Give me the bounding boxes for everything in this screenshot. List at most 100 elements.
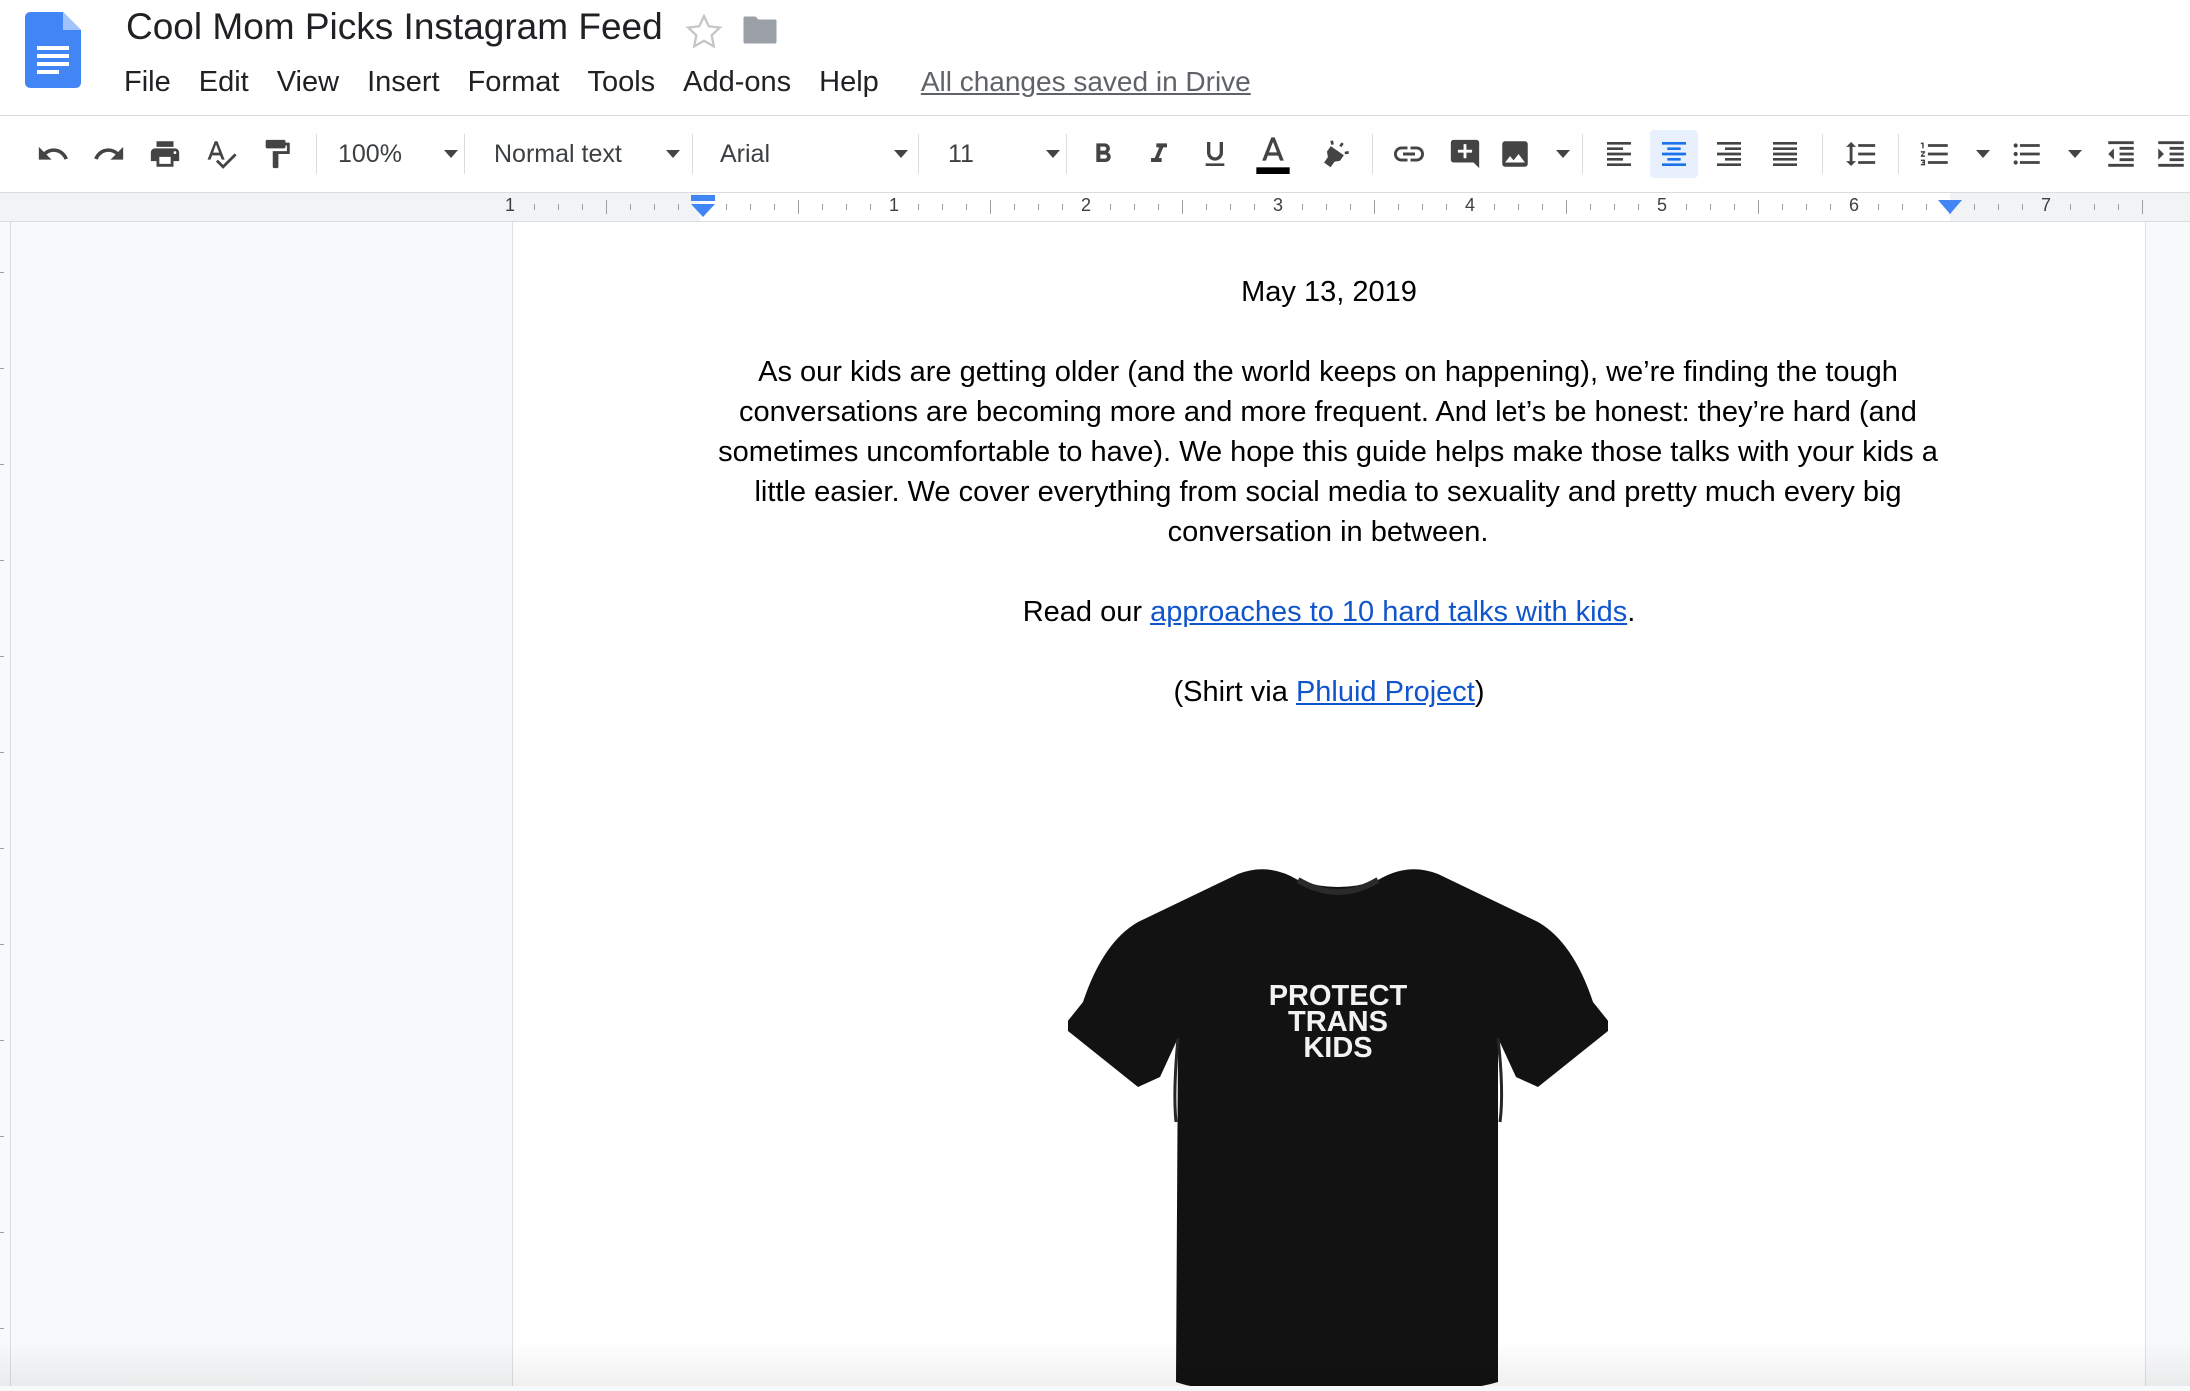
- ruler-tick: [1230, 204, 1231, 210]
- document-page[interactable]: May 13, 2019 As our kids are getting old…: [512, 222, 2146, 1391]
- shirt-text-line: KIDS: [1303, 1032, 1372, 1064]
- align-right-icon[interactable]: [1706, 130, 1752, 178]
- shirt-credit-line[interactable]: (Shirt via Phluid Project): [513, 672, 2145, 712]
- ruler-tick: [1182, 200, 1183, 214]
- document-title[interactable]: Cool Mom Picks Instagram Feed: [126, 6, 663, 48]
- t-shirt-image[interactable]: PROTECT TRANS KIDS: [1063, 862, 1613, 1391]
- ruler-tick: [1374, 200, 1375, 214]
- menu-tools[interactable]: Tools: [573, 66, 669, 99]
- ruler-tick: [1542, 204, 1543, 210]
- line-spacing-icon[interactable]: [1838, 130, 1884, 178]
- ruler-tick: [1590, 204, 1591, 210]
- vertical-ruler-tick: [0, 848, 4, 849]
- folder-icon[interactable]: [742, 14, 778, 46]
- star-icon[interactable]: [684, 12, 724, 52]
- ruler-tick: [1254, 204, 1255, 210]
- vertical-ruler-tick: [0, 368, 4, 369]
- text-color-icon[interactable]: [1250, 130, 1296, 178]
- bold-icon[interactable]: [1080, 130, 1126, 178]
- left-indent-marker[interactable]: [690, 195, 716, 224]
- spellcheck-icon[interactable]: [198, 130, 244, 178]
- menu-format[interactable]: Format: [454, 66, 574, 99]
- ruler-tick: [822, 204, 823, 210]
- chevron-down-icon: [444, 150, 458, 158]
- ruler-tick: [966, 204, 967, 210]
- paint-format-icon[interactable]: [254, 130, 300, 178]
- right-indent-marker[interactable]: [1938, 200, 1962, 221]
- ruler-tick: [1158, 204, 1159, 210]
- header: Cool Mom Picks Instagram Feed File Edit …: [0, 0, 2190, 116]
- ruler-tick: [558, 204, 559, 210]
- zoom-select[interactable]: 100%: [334, 130, 462, 178]
- ruler-tick: [918, 204, 919, 210]
- numbered-list-icon[interactable]: [1918, 130, 1990, 178]
- ruler-tick: [870, 204, 871, 210]
- font-size-select[interactable]: 11: [944, 130, 1064, 178]
- ruler-tick: [1974, 204, 1975, 210]
- ruler-tick: [774, 204, 775, 210]
- font-family-select[interactable]: Arial: [716, 130, 912, 178]
- ruler-tick: [1638, 204, 1639, 210]
- justify-icon[interactable]: [1762, 130, 1808, 178]
- ruler-tick: [1686, 204, 1687, 210]
- italic-icon[interactable]: [1136, 130, 1182, 178]
- font-family-value: Arial: [720, 139, 771, 168]
- ruler-tick: [2070, 204, 2071, 210]
- redo-icon[interactable]: [86, 130, 132, 178]
- ruler-tick: [1062, 204, 1063, 210]
- decrease-indent-icon[interactable]: [2098, 130, 2144, 178]
- ruler-label: 3: [1272, 195, 1284, 215]
- save-status-link[interactable]: All changes saved in Drive: [921, 66, 1251, 98]
- bulleted-list-icon[interactable]: [2010, 130, 2082, 178]
- ruler-label: 5: [1656, 195, 1668, 215]
- google-docs-icon[interactable]: [25, 12, 81, 88]
- link-icon[interactable]: [1386, 130, 1432, 178]
- align-center-icon[interactable]: [1650, 130, 1698, 178]
- highlight-icon[interactable]: [1312, 130, 1358, 178]
- ruler-tick: [1878, 204, 1879, 210]
- menu-help[interactable]: Help: [805, 66, 893, 99]
- vertical-ruler-tick: [0, 944, 4, 945]
- ruler-tick: [1902, 204, 1903, 210]
- vertical-ruler-tick: [0, 560, 4, 561]
- align-left-icon[interactable]: [1596, 130, 1642, 178]
- phluid-project-link[interactable]: Phluid Project: [1296, 676, 1475, 708]
- print-icon[interactable]: [142, 130, 188, 178]
- chevron-down-icon: [1046, 150, 1060, 158]
- document-paragraph[interactable]: As our kids are getting older (and the w…: [708, 352, 1948, 552]
- menu-edit[interactable]: Edit: [185, 66, 263, 99]
- menu-insert[interactable]: Insert: [353, 66, 454, 99]
- ruler-tick: [678, 204, 679, 210]
- document-date[interactable]: May 13, 2019: [513, 272, 2145, 312]
- vertical-ruler-tick: [0, 272, 4, 273]
- comment-icon[interactable]: [1442, 130, 1488, 178]
- menu-view[interactable]: View: [263, 66, 353, 99]
- chevron-down-icon: [894, 150, 908, 158]
- ruler-label: 1: [888, 195, 900, 215]
- read-more-line[interactable]: Read our approaches to 10 hard talks wit…: [513, 592, 2145, 632]
- underline-icon[interactable]: [1192, 130, 1238, 178]
- ruler-label: 1: [504, 195, 516, 215]
- menu-addons[interactable]: Add-ons: [669, 66, 805, 99]
- ruler-label: 7: [2040, 195, 2052, 215]
- ruler-tick: [1110, 204, 1111, 210]
- menu-file[interactable]: File: [124, 66, 185, 99]
- paragraph-style-select[interactable]: Normal text: [490, 130, 684, 178]
- ruler-tick: [2094, 204, 2095, 210]
- ruler-label: 2: [1080, 195, 1092, 215]
- zoom-value: 100%: [338, 139, 402, 168]
- ruler-tick: [1710, 204, 1711, 210]
- read-suffix: .: [1627, 596, 1636, 628]
- vertical-ruler[interactable]: [0, 222, 11, 1386]
- ruler-tick: [654, 204, 655, 210]
- ruler-tick: [1998, 204, 1999, 210]
- ruler-tick: [990, 200, 991, 214]
- ruler-label: 4: [1464, 195, 1476, 215]
- increase-indent-icon[interactable]: [2154, 130, 2190, 178]
- image-icon[interactable]: [1498, 130, 1570, 178]
- ruler-tick: [1038, 204, 1039, 210]
- font-size-value: 11: [948, 139, 974, 168]
- horizontal-ruler[interactable]: 1 1 2 3 4 5 6 7: [0, 193, 2190, 222]
- hard-talks-link[interactable]: approaches to 10 hard talks with kids: [1150, 596, 1627, 628]
- undo-icon[interactable]: [30, 130, 76, 178]
